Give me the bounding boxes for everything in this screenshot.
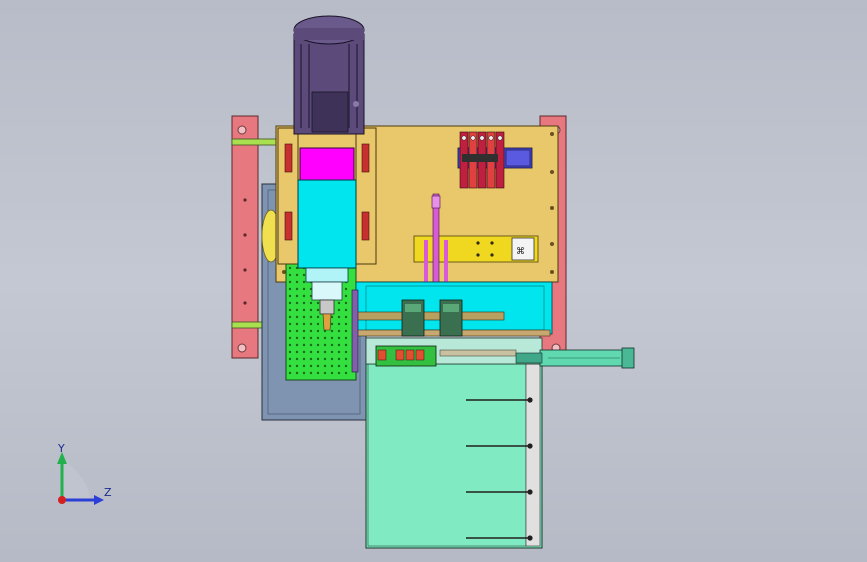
collection-box[interactable] xyxy=(365,361,543,549)
linear-module[interactable]: ⌘ xyxy=(413,235,539,263)
workpieces[interactable] xyxy=(377,349,425,361)
triad-plane xyxy=(62,458,90,500)
spindle-motor[interactable] xyxy=(293,15,365,135)
triad-z-label: Z xyxy=(104,486,112,499)
view-triad[interactable]: Y Z xyxy=(57,442,112,505)
module-marker: ⌘ xyxy=(516,247,525,257)
slide-rod[interactable] xyxy=(351,289,359,373)
cad-viewport[interactable]: ⌘ Y Z xyxy=(0,0,867,562)
triad-x-origin xyxy=(58,496,66,504)
gripper-left[interactable] xyxy=(401,299,425,337)
push-plate[interactable] xyxy=(365,337,543,367)
gripper-right[interactable] xyxy=(439,299,463,337)
triad-z-arrow xyxy=(94,495,104,505)
triad-y-label: Y xyxy=(57,442,65,455)
assembly-drawing: ⌘ Y Z xyxy=(57,15,635,549)
